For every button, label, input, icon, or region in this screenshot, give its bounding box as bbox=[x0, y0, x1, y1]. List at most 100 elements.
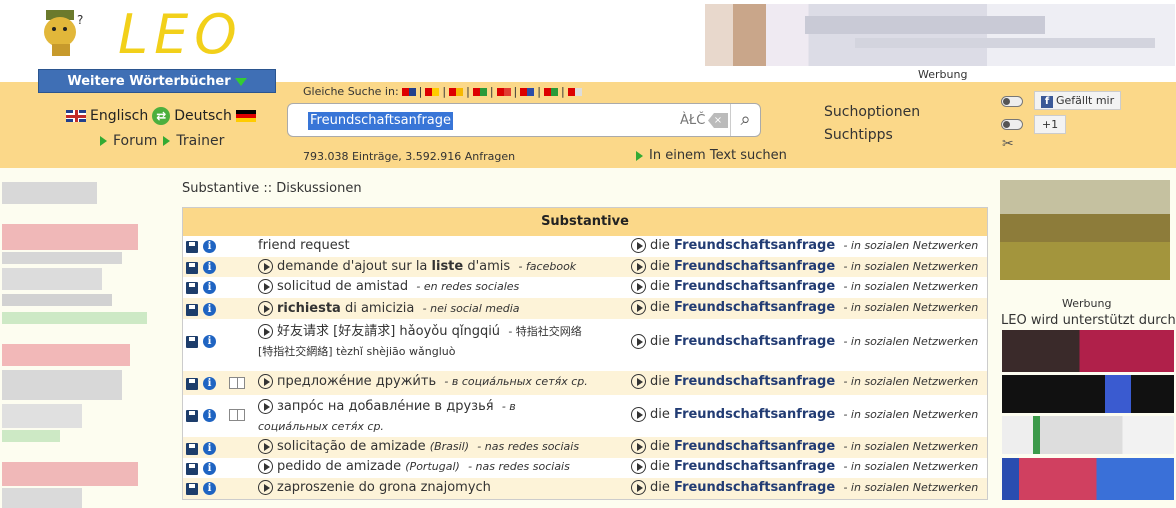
save-icon[interactable] bbox=[186, 281, 198, 294]
lang-flag-icon[interactable] bbox=[401, 87, 416, 96]
page: ? LEO Werbung Weitere Wörterbücher Engli… bbox=[0, 0, 1176, 508]
target-term: die Freundschaftsanfrage - in sozialen N… bbox=[631, 480, 978, 495]
play-audio-icon[interactable] bbox=[258, 279, 273, 294]
target-term: die Freundschaftsanfrage - in sozialen N… bbox=[631, 334, 978, 349]
lang-flag-icon[interactable] bbox=[425, 87, 440, 96]
source-term: solicitação de amizade (Brasil) - nas re… bbox=[258, 439, 579, 454]
play-audio-icon[interactable] bbox=[258, 324, 273, 339]
play-audio-icon[interactable] bbox=[258, 439, 273, 454]
play-audio-icon[interactable] bbox=[631, 238, 646, 253]
info-icon[interactable]: i bbox=[203, 240, 216, 253]
text-search-link[interactable]: In einem Text suchen bbox=[636, 148, 787, 163]
lang-flag-icon[interactable] bbox=[520, 87, 535, 96]
language-left[interactable]: Englisch bbox=[90, 108, 148, 124]
info-icon[interactable]: i bbox=[203, 442, 216, 455]
search-icon[interactable]: ⌕ bbox=[730, 104, 760, 136]
info-icon[interactable]: i bbox=[203, 482, 216, 495]
leo-logo-text[interactable]: LEO bbox=[118, 8, 243, 62]
play-audio-icon[interactable] bbox=[258, 301, 273, 316]
play-audio-icon[interactable] bbox=[631, 300, 646, 315]
play-audio-icon[interactable] bbox=[258, 374, 273, 389]
save-icon[interactable] bbox=[186, 303, 198, 316]
save-icon[interactable] bbox=[186, 442, 198, 455]
language-pair-selector[interactable]: Englisch ⇄ Deutsch bbox=[66, 107, 256, 125]
tools-icon[interactable]: ✂ bbox=[1002, 136, 1014, 152]
forum-link[interactable]: Forum bbox=[100, 133, 157, 149]
target-term: die Freundschaftsanfrage - in sozialen N… bbox=[631, 439, 978, 454]
save-icon[interactable] bbox=[186, 335, 198, 348]
google-toggle[interactable] bbox=[1001, 119, 1023, 130]
target-term: die Freundschaftsanfrage - in sozialen N… bbox=[631, 459, 978, 474]
table-row: i friend request die Freundschaftsanfrag… bbox=[183, 236, 987, 257]
lang-flag-icon[interactable] bbox=[543, 87, 558, 96]
search-tips-link[interactable]: Suchtipps bbox=[824, 124, 920, 147]
play-audio-icon[interactable] bbox=[258, 399, 273, 414]
play-audio-icon[interactable] bbox=[258, 459, 273, 474]
play-audio-icon[interactable] bbox=[631, 259, 646, 274]
right-advertisement[interactable] bbox=[1000, 180, 1170, 280]
info-icon[interactable]: i bbox=[203, 335, 216, 348]
source-term: запро́с на добавле́ние в друзья́ - в соц… bbox=[258, 399, 516, 433]
sponsor-ad[interactable] bbox=[1002, 458, 1174, 500]
lang-flag-icon[interactable] bbox=[472, 87, 487, 96]
results-table: Substantive i friend request die Freunds… bbox=[182, 207, 988, 500]
arrow-right-icon bbox=[100, 136, 107, 146]
sponsor-ad[interactable] bbox=[1002, 416, 1174, 454]
play-audio-icon[interactable] bbox=[631, 459, 646, 474]
facebook-like-button[interactable]: f Gefällt mir bbox=[1034, 91, 1122, 110]
google-plus-button[interactable]: +1 bbox=[1034, 115, 1066, 134]
arrow-right-icon bbox=[163, 136, 171, 146]
clear-search-icon[interactable]: × bbox=[708, 113, 728, 128]
swap-languages-icon[interactable]: ⇄ bbox=[152, 107, 171, 125]
left-advertisement[interactable] bbox=[0, 178, 160, 508]
save-icon[interactable] bbox=[186, 240, 198, 253]
search-options-link[interactable]: Suchoptionen bbox=[824, 101, 920, 124]
table-row: i solicitação de amizade (Brasil) - nas … bbox=[183, 437, 987, 458]
lang-flag-icon[interactable] bbox=[496, 87, 511, 96]
more-dictionaries-label: Weitere Wörterbücher bbox=[67, 74, 231, 89]
play-audio-icon[interactable] bbox=[631, 439, 646, 454]
info-icon[interactable]: i bbox=[203, 303, 216, 316]
source-term: 好友请求 [好友請求] hǎoyǒu qǐngqiú - 特指社交网络 [特指社… bbox=[258, 324, 582, 358]
top-advertisement[interactable] bbox=[705, 4, 1175, 66]
special-characters-button[interactable]: ÀŁČ bbox=[680, 113, 705, 128]
save-icon[interactable] bbox=[186, 482, 198, 495]
language-right[interactable]: Deutsch bbox=[174, 108, 232, 124]
info-icon[interactable]: i bbox=[203, 409, 216, 422]
info-icon[interactable]: i bbox=[203, 377, 216, 390]
source-term: предложе́ние дружи́ть - в социа́льных се… bbox=[258, 374, 588, 389]
more-dictionaries-button[interactable]: Weitere Wörterbücher bbox=[38, 69, 276, 93]
save-icon[interactable] bbox=[186, 377, 198, 390]
lang-flag-icon[interactable] bbox=[567, 87, 582, 96]
leo-lion-mascot-icon[interactable]: ? bbox=[38, 8, 90, 58]
save-icon[interactable] bbox=[186, 409, 198, 422]
play-audio-icon[interactable] bbox=[631, 407, 646, 422]
play-audio-icon[interactable] bbox=[258, 480, 273, 495]
search-input[interactable]: Freundschaftsanfrage bbox=[308, 112, 454, 130]
same-search-label: Gleiche Suche in: bbox=[303, 85, 399, 98]
search-options: Suchoptionen Suchtipps bbox=[824, 101, 920, 147]
lang-flag-icon[interactable] bbox=[449, 87, 464, 96]
info-icon[interactable]: i bbox=[203, 462, 216, 475]
save-icon[interactable] bbox=[186, 261, 198, 274]
search-box[interactable]: Freundschaftsanfrage ÀŁČ × ⌕ bbox=[287, 103, 761, 137]
source-term: friend request bbox=[258, 238, 350, 253]
sponsor-ad[interactable] bbox=[1002, 330, 1174, 372]
breadcrumb[interactable]: Substantive :: Diskussionen bbox=[182, 181, 362, 196]
play-audio-icon[interactable] bbox=[631, 334, 646, 349]
play-audio-icon[interactable] bbox=[258, 259, 273, 274]
sponsor-ad[interactable] bbox=[1002, 375, 1174, 413]
play-audio-icon[interactable] bbox=[631, 279, 646, 294]
book-icon[interactable] bbox=[229, 409, 245, 421]
info-icon[interactable]: i bbox=[203, 281, 216, 294]
trainer-link[interactable]: Trainer bbox=[163, 133, 224, 149]
info-icon[interactable]: i bbox=[203, 261, 216, 274]
table-row: i запро́с на добавле́ние в друзья́ - в с… bbox=[183, 395, 987, 437]
book-icon[interactable] bbox=[229, 377, 245, 389]
save-icon[interactable] bbox=[186, 462, 198, 475]
facebook-toggle[interactable] bbox=[1001, 96, 1023, 107]
play-audio-icon[interactable] bbox=[631, 480, 646, 495]
play-audio-icon[interactable] bbox=[631, 374, 646, 389]
table-row: i demande d'ajout sur la liste d'amis - … bbox=[183, 257, 987, 277]
table-row: i zaproszenie do grona znajomych die Fre… bbox=[183, 478, 987, 499]
